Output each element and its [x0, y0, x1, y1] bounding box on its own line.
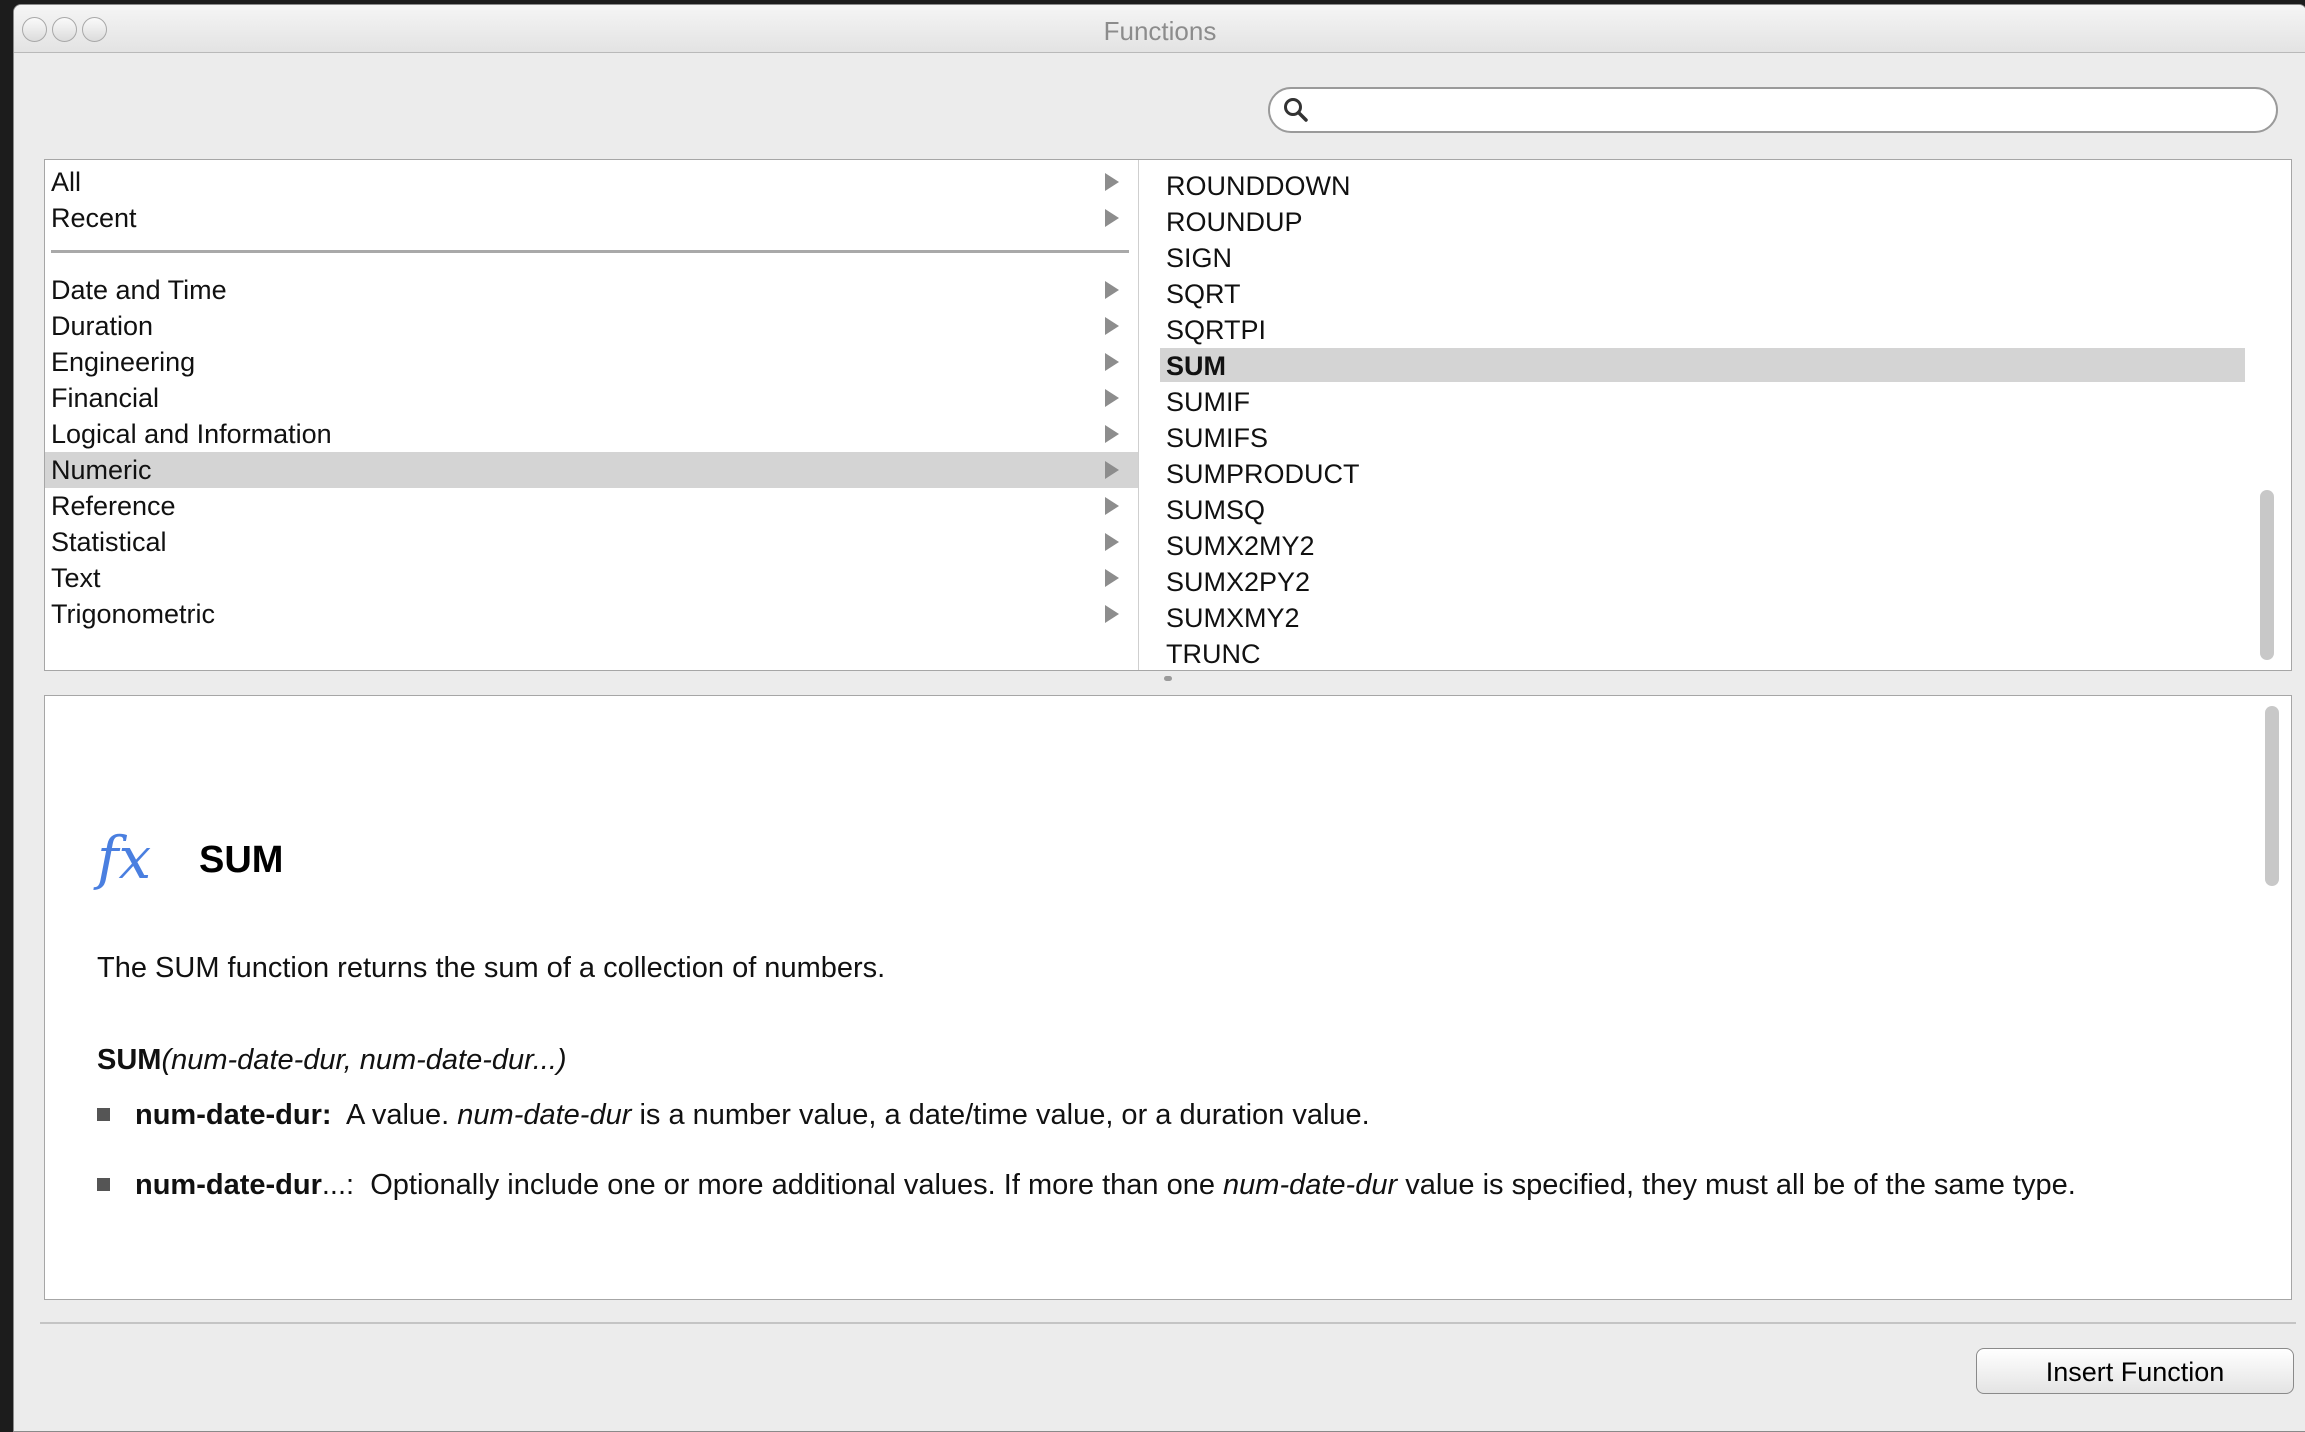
- function-item[interactable]: SUMIFS: [1160, 420, 2245, 454]
- function-label: SUMX2PY2: [1166, 567, 1311, 597]
- argument-text: value is specified, they must all be of …: [1405, 1169, 2076, 1201]
- category-list: All Recent Date and Time Duration Engine…: [45, 160, 1139, 670]
- function-label: SUMIFS: [1166, 423, 1269, 453]
- disclosure-arrow-icon: [1105, 533, 1119, 551]
- function-item[interactable]: TRUNC: [1160, 636, 2245, 670]
- function-item[interactable]: SQRT: [1160, 276, 2245, 310]
- category-item-all[interactable]: All: [45, 164, 1138, 200]
- function-item[interactable]: SUMX2MY2: [1160, 528, 2245, 562]
- category-label: Date and Time: [51, 275, 227, 305]
- disclosure-arrow-icon: [1105, 569, 1119, 587]
- split-view-handle[interactable]: [1164, 676, 1172, 681]
- category-separator: [51, 250, 1129, 253]
- function-item-selected[interactable]: SUM: [1160, 348, 2245, 382]
- function-label: SUMXMY2: [1166, 603, 1300, 633]
- function-item[interactable]: SUMIF: [1160, 384, 2245, 418]
- category-item-financial[interactable]: Financial: [45, 380, 1138, 416]
- argument-text: Optionally include one or more additiona…: [370, 1169, 1215, 1201]
- category-item-logical-and-information[interactable]: Logical and Information: [45, 416, 1138, 452]
- function-item[interactable]: SUMPRODUCT: [1160, 456, 2245, 490]
- fx-icon: fx: [97, 824, 152, 892]
- function-label: SQRT: [1166, 279, 1241, 309]
- category-label: All: [51, 167, 82, 197]
- argument-text: is a number value, a date/time value, or…: [639, 1099, 1370, 1131]
- disclosure-arrow-icon: [1105, 605, 1119, 623]
- category-label: Recent: [51, 203, 137, 233]
- category-label: Text: [51, 563, 101, 593]
- window-title: Functions: [1103, 16, 1217, 46]
- argument-italic: num-date-dur: [1223, 1169, 1398, 1201]
- function-list-scrollbar[interactable]: [2260, 490, 2274, 660]
- disclosure-arrow-icon: [1105, 353, 1119, 371]
- syntax-name: SUM: [97, 1044, 162, 1076]
- category-label: Numeric: [51, 455, 152, 485]
- argument-name: num-date-dur: [135, 1169, 322, 1201]
- function-label: SUMX2MY2: [1166, 531, 1315, 561]
- category-label: Financial: [51, 383, 160, 413]
- search-input[interactable]: [1322, 93, 2256, 129]
- function-item[interactable]: SQRTPI: [1160, 312, 2245, 346]
- function-description: The SUM function returns the sum of a co…: [97, 952, 886, 984]
- function-label: SUMPRODUCT: [1166, 459, 1360, 489]
- category-item-recent[interactable]: Recent: [45, 200, 1138, 236]
- argument-text: A value.: [346, 1099, 450, 1131]
- category-item-engineering[interactable]: Engineering: [45, 344, 1138, 380]
- function-syntax: SUM(num-date-dur, num-date-dur...): [97, 1044, 567, 1077]
- category-item-numeric[interactable]: Numeric: [45, 452, 1138, 488]
- disclosure-arrow-icon: [1105, 173, 1119, 191]
- title-bar: Functions: [14, 5, 2305, 53]
- function-item[interactable]: ROUNDUP: [1160, 204, 2245, 238]
- function-label: SUM: [1166, 351, 1226, 381]
- function-label: SUMSQ: [1166, 495, 1266, 525]
- function-label: SUMIF: [1166, 387, 1250, 417]
- function-title: SUM: [199, 839, 284, 881]
- function-label: ROUNDDOWN: [1166, 171, 1351, 201]
- disclosure-arrow-icon: [1105, 317, 1119, 335]
- argument-name-suffix: ...:: [321, 1169, 355, 1201]
- category-label: Engineering: [51, 347, 196, 377]
- bullet-icon: [97, 1178, 110, 1191]
- category-label: Reference: [51, 491, 176, 521]
- category-label: Duration: [51, 311, 154, 341]
- function-label: SQRTPI: [1166, 315, 1267, 345]
- category-item-text[interactable]: Text: [45, 560, 1138, 596]
- disclosure-arrow-icon: [1105, 425, 1119, 443]
- detail-scrollbar[interactable]: [2265, 706, 2279, 886]
- category-label: Logical and Information: [51, 419, 332, 449]
- bullet-icon: [97, 1108, 110, 1121]
- function-browser: All Recent Date and Time Duration Engine…: [44, 159, 2292, 671]
- category-label: Statistical: [51, 527, 167, 557]
- disclosure-arrow-icon: [1105, 281, 1119, 299]
- disclosure-arrow-icon: [1105, 461, 1119, 479]
- category-item-date-and-time[interactable]: Date and Time: [45, 272, 1138, 308]
- function-item[interactable]: SUMSQ: [1160, 492, 2245, 526]
- bottom-divider: [40, 1322, 2296, 1324]
- argument-name: num-date-dur:: [135, 1099, 332, 1131]
- disclosure-arrow-icon: [1105, 209, 1119, 227]
- argument-italic: num-date-dur: [457, 1099, 632, 1131]
- category-item-reference[interactable]: Reference: [45, 488, 1138, 524]
- function-label: TRUNC: [1166, 639, 1261, 669]
- category-label: Trigonometric: [51, 599, 216, 629]
- search-field[interactable]: [1268, 87, 2278, 133]
- function-item[interactable]: ROUNDDOWN: [1160, 168, 2245, 202]
- insert-function-button[interactable]: Insert Function: [1976, 1348, 2294, 1394]
- functions-window: Functions All Recent Date and Time Durat…: [13, 4, 2305, 1432]
- function-list: ROUNDDOWN ROUNDUP SIGN SQRT SQRTPI SUM S…: [1160, 160, 2293, 670]
- syntax-args: (num-date-dur, num-date-dur...): [161, 1044, 567, 1076]
- category-item-statistical[interactable]: Statistical: [45, 524, 1138, 560]
- function-label: ROUNDUP: [1166, 207, 1303, 237]
- search-icon: [1284, 98, 1308, 122]
- category-item-trigonometric[interactable]: Trigonometric: [45, 596, 1138, 632]
- function-item[interactable]: SUMXMY2: [1160, 600, 2245, 634]
- function-detail-pane: fx SUM The SUM function returns the sum …: [44, 695, 2292, 1300]
- disclosure-arrow-icon: [1105, 389, 1119, 407]
- disclosure-arrow-icon: [1105, 497, 1119, 515]
- function-item[interactable]: SUMX2PY2: [1160, 564, 2245, 598]
- category-item-duration[interactable]: Duration: [45, 308, 1138, 344]
- function-label: SIGN: [1166, 243, 1233, 273]
- function-item[interactable]: SIGN: [1160, 240, 2245, 274]
